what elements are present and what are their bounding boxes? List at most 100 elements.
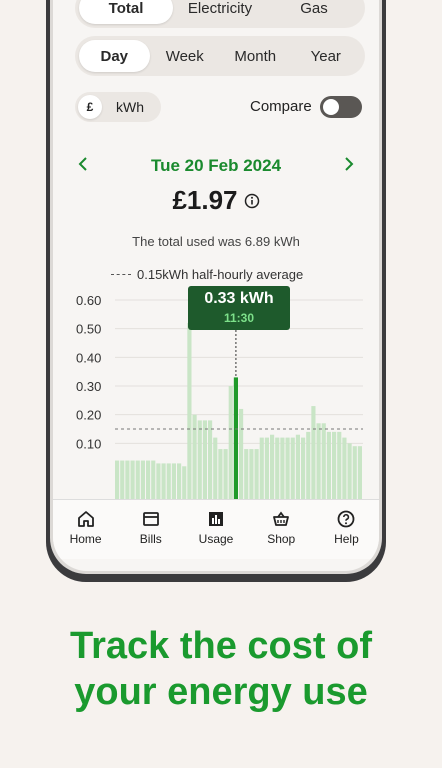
bar (120, 460, 125, 500)
tab-usage[interactable]: Usage (183, 500, 248, 559)
compare-label: Compare (250, 98, 312, 115)
average-dash-icon (111, 274, 131, 275)
shop-icon (273, 511, 290, 526)
usage-icon (209, 512, 223, 526)
period-tab-year[interactable]: Year (291, 40, 362, 72)
bar (171, 463, 176, 500)
bar-tooltip: 0.33 kWh 11:30 (188, 286, 290, 330)
tab-help-label: Help (334, 532, 359, 546)
bar (264, 437, 269, 500)
bar (306, 431, 311, 500)
bar (125, 460, 130, 500)
bar (228, 386, 233, 500)
bottom-tab-bar: Home Bills Usage Shop Help (53, 499, 379, 559)
tab-bills-label: Bills (139, 532, 162, 546)
bar (342, 437, 347, 500)
bar (146, 460, 151, 500)
bar (182, 466, 187, 500)
bar (156, 463, 161, 500)
y-tick-label: 0.30 (76, 379, 101, 394)
tab-shop[interactable]: Shop (249, 500, 314, 559)
bar (285, 437, 290, 500)
bar (259, 437, 264, 500)
bar (332, 431, 337, 500)
headline-line-1: Track the cost of (70, 625, 372, 667)
y-tick-label: 0.50 (76, 322, 101, 337)
bar (151, 460, 156, 500)
tab-home-label: Home (69, 532, 102, 546)
bar (223, 449, 228, 500)
fuel-selector: Total Electricity Gas (75, 0, 365, 28)
tab-home[interactable]: Home (53, 500, 118, 559)
phone-bezel: Total Electricity Gas Day Week Month Yea… (50, 0, 382, 574)
bar (275, 437, 280, 500)
bar (352, 446, 357, 500)
tab-help[interactable]: Help (314, 500, 379, 559)
date-title: Tue 20 Feb 2024 (150, 156, 282, 175)
bar (218, 449, 223, 500)
period-tab-day[interactable]: Day (79, 40, 150, 72)
bar (244, 449, 249, 500)
bar (135, 460, 140, 500)
fuel-tab-electricity[interactable]: Electricity (173, 0, 267, 24)
y-tick-label: 0.60 (76, 293, 101, 308)
y-tick-label: 0.20 (76, 408, 101, 423)
bar (202, 420, 207, 500)
info-icon[interactable] (244, 193, 260, 209)
bar-selected (233, 377, 238, 500)
bar (140, 460, 145, 500)
bar (280, 437, 285, 500)
y-tick-label: 0.40 (76, 350, 101, 365)
bar (187, 322, 192, 500)
bar (161, 463, 166, 500)
bar (357, 446, 362, 500)
bar (270, 434, 275, 500)
bar (130, 460, 135, 500)
period-tab-week[interactable]: Week (150, 40, 221, 72)
bills-icon (142, 512, 159, 526)
headline: Track the cost of your energy use (0, 623, 442, 715)
bar (290, 437, 295, 500)
bar (326, 431, 331, 500)
bar (208, 420, 213, 500)
average-legend-label: 0.15kWh half-hourly average (137, 267, 304, 282)
bar (347, 443, 352, 500)
bar (295, 434, 300, 500)
compare-switch[interactable] (320, 96, 362, 118)
next-day-button[interactable] (343, 155, 355, 178)
bar (192, 414, 197, 500)
fuel-tab-total[interactable]: Total (79, 0, 173, 24)
app-screen: Total Electricity Gas Day Week Month Yea… (53, 0, 379, 571)
bar (166, 463, 171, 500)
bar (177, 463, 182, 500)
cost-amount: £1.97 (172, 185, 238, 215)
headline-line-2: your energy use (74, 671, 368, 713)
bar (316, 423, 321, 500)
bar (197, 420, 202, 500)
tab-bills[interactable]: Bills (118, 500, 183, 559)
amount-row: £1.97 (53, 185, 379, 216)
average-legend: 0.15kWh half-hourly average (111, 267, 303, 282)
bar (239, 408, 244, 500)
tooltip-time: 11:30 (223, 311, 255, 325)
unit-pound-option[interactable]: £ (78, 95, 102, 119)
total-used-text: The total used was 6.89 kWh (132, 234, 300, 249)
bar (213, 437, 218, 500)
period-selector: Day Week Month Year (75, 36, 365, 76)
bar (337, 431, 342, 500)
help-icon (338, 510, 355, 528)
bar (321, 423, 326, 500)
tooltip-value: 0.33 kWh (204, 290, 274, 307)
phone-frame: Total Electricity Gas Day Week Month Yea… (46, 0, 386, 582)
bar (249, 449, 254, 500)
fuel-tab-gas[interactable]: Gas (267, 0, 361, 24)
home-icon (77, 511, 94, 527)
bar (115, 460, 120, 500)
bar (254, 449, 259, 500)
y-tick-label: 0.10 (76, 436, 101, 451)
chevron-right-icon (345, 157, 354, 171)
tab-shop-label: Shop (267, 532, 296, 546)
period-tab-month[interactable]: Month (220, 40, 291, 72)
unit-kwh-option[interactable]: kWh (116, 99, 144, 115)
unit-toggle[interactable]: £ kWh (75, 92, 161, 122)
